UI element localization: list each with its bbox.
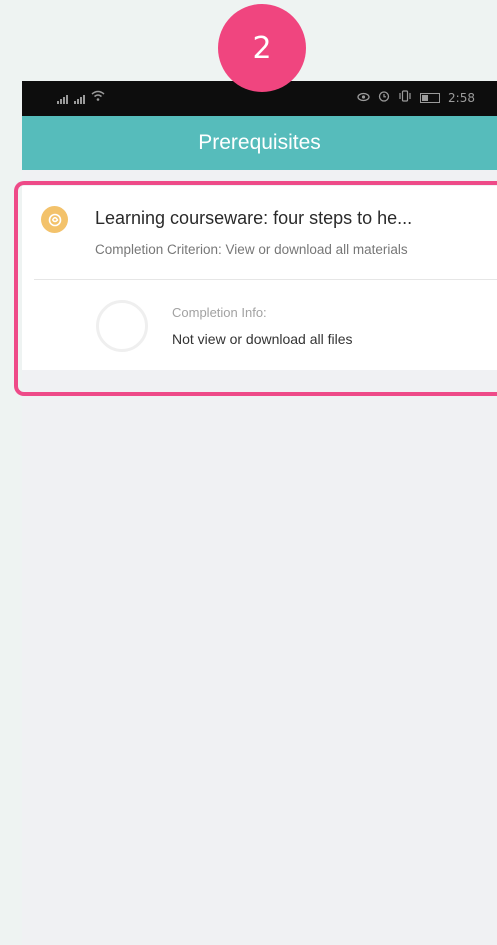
signal-icon [57,95,68,104]
alarm-icon [378,90,390,105]
prerequisite-title[interactable]: Learning courseware: four steps to he... [95,208,412,229]
completion-info-label: Completion Info: [172,305,267,320]
wifi-icon [91,90,105,104]
vibrate-icon [398,90,412,105]
completion-criterion: Completion Criterion: View or download a… [95,242,408,257]
battery-icon [420,92,441,103]
phone-screen: 2:58 Prerequisites Learning courseware: … [22,81,497,945]
prerequisite-card[interactable]: Learning courseware: four steps to he...… [22,186,497,370]
completion-progress-ring [96,300,148,352]
eye-icon [357,91,370,105]
status-left [57,90,105,104]
status-time: 2:58 [448,90,475,105]
signal-icon [74,95,85,104]
app-bar: Prerequisites [22,116,497,170]
completion-info-value: Not view or download all files [172,331,353,347]
status-right: 2:58 [357,90,475,105]
page-title: Prerequisites [198,131,321,154]
courseware-icon [41,206,68,233]
step-number-badge: 2 [218,4,306,92]
divider [34,279,497,280]
